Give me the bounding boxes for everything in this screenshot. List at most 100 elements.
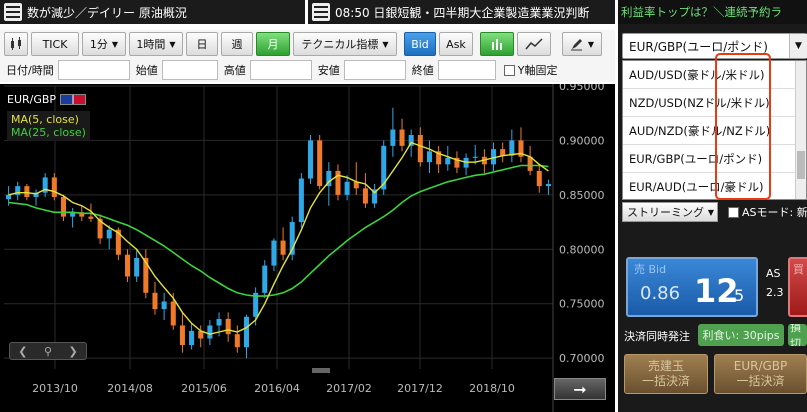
candle-body (262, 265, 268, 293)
news-ticker-1[interactable]: 数が減少／デイリー 原油概況 (0, 0, 305, 24)
bid-label: 売 Bid (634, 263, 667, 276)
candle-body (207, 325, 213, 339)
candle-body (417, 134, 423, 163)
pair-select-value: EUR/GBP(ユーロ/ポンド) (629, 39, 768, 54)
ma5-line (8, 141, 549, 335)
day-label: 日 (196, 38, 208, 51)
as-mode-toggle[interactable]: ASモード: 新 (728, 204, 807, 220)
candle-body (280, 240, 286, 255)
close-label: 終値 (411, 64, 434, 77)
sell-bid-button[interactable]: 売 Bid 0.86 12 5 (626, 257, 758, 317)
stop-loss-label: 損切 (790, 324, 801, 346)
candlestick-chart[interactable]: 0.95000 0.90000 0.85000 0.80000 0.75000 0.700… (0, 84, 615, 412)
candle-body (234, 334, 240, 348)
candle-icon[interactable] (4, 32, 28, 56)
low-label: 安値 (317, 64, 340, 77)
draw-tool-icon[interactable]: ▼ (562, 32, 602, 56)
chevron-down-icon: ▼ (707, 207, 714, 217)
take-profit-button[interactable]: 利食い: 30pips (698, 324, 784, 346)
chevron-down-icon: ▼ (587, 39, 595, 49)
chart-pair-text: EUR/GBP (7, 93, 57, 106)
scrollbar-thumb[interactable] (797, 151, 805, 179)
technical-indicator-select[interactable]: テクニカル指標 ▼ (293, 32, 397, 56)
x-tick-label: 2014/08 (107, 382, 153, 395)
news-ticker-3[interactable]: 利益率トップは？＼連続予約ラ (618, 0, 807, 24)
month-button[interactable]: 月 (256, 32, 290, 56)
candle-body (317, 140, 323, 187)
candle-body (536, 170, 542, 187)
interval-minute-label: 1分 (89, 38, 108, 51)
pair-settle-sub: 一括決済 (736, 374, 785, 388)
y-tick-label: 0.90000 (559, 134, 605, 147)
week-button[interactable]: 週 (221, 32, 253, 56)
candle-body (500, 149, 506, 156)
jump-latest-arrow-icon[interactable]: ➞ (554, 378, 606, 400)
x-tick-label: 2017/12 (397, 382, 443, 395)
candle-body (243, 316, 249, 348)
high-field[interactable] (249, 60, 312, 80)
x-tick-label: 2015/06 (181, 382, 227, 395)
highlight-annotation (715, 53, 771, 200)
x-tick-label: 2018/10 (469, 382, 515, 395)
chevron-down-icon: ▼ (111, 39, 119, 49)
ma25-line (8, 164, 549, 297)
technical-label: テクニカル指標 (301, 38, 379, 51)
chart-scroll-thumb (312, 368, 330, 373)
bulk-settle-sub: 一括決済 (641, 374, 690, 388)
as-mode-checkbox[interactable] (728, 206, 739, 218)
candle-body (509, 140, 515, 156)
interval-minute-select[interactable]: 1分 ▼ (82, 32, 126, 56)
candle-body (335, 170, 341, 195)
candle-body (125, 254, 131, 277)
datetime-field[interactable] (57, 60, 130, 80)
candle-body (134, 257, 140, 277)
tick-button[interactable]: TICK (31, 32, 79, 56)
low-field[interactable] (343, 60, 406, 80)
chevron-down-icon: ▼ (169, 39, 176, 49)
open-field[interactable] (161, 60, 218, 80)
price-chart[interactable]: 0.95000 0.90000 0.85000 0.80000 0.75000 0.700… (0, 84, 615, 412)
chevron-down-icon[interactable]: ▼ (789, 34, 807, 58)
interval-hour-select[interactable]: 1時間 ▼ (129, 32, 183, 56)
close-field[interactable] (437, 60, 496, 80)
news-ticker-1-text: 数が減少／デイリー 原油概況 (27, 5, 187, 20)
order-panel: EUR/GBP(ユーロ/ポンド) ▼ AUD/USD(豪ドル/米ドル) NZD/… (618, 24, 807, 412)
candle-body (344, 181, 350, 195)
pair-list-scrollbar[interactable] (795, 61, 806, 199)
ask-button[interactable]: Ask (439, 32, 473, 56)
candle-body (390, 129, 396, 146)
line-chart-icon[interactable] (517, 32, 551, 56)
buy-ask-button[interactable]: 買 (788, 257, 807, 317)
menu-icon[interactable] (4, 3, 22, 21)
stop-loss-button[interactable]: 損切 (788, 324, 807, 346)
y-tick-label: 0.75000 (559, 298, 605, 311)
bar-chart-icon[interactable] (480, 32, 514, 56)
datetime-label: 日付/時間 (6, 64, 54, 77)
y-axis-fixed-label: Y軸固定 (517, 64, 558, 77)
candle-body (399, 129, 405, 146)
zoom-controls[interactable]: ❮ ⚲ ❯ (9, 342, 87, 360)
menu-icon[interactable] (312, 3, 330, 21)
bid-button[interactable]: Bid (404, 32, 436, 56)
bid-price-big: 12 (694, 272, 739, 310)
magnifier-icon[interactable]: ⚲ (44, 345, 52, 358)
week-label: 週 (231, 38, 243, 51)
candle-body (189, 330, 195, 346)
scroll-right-icon[interactable]: ❯ (69, 345, 78, 358)
news-ticker-2[interactable]: 08:50 日銀短観・四半期大企業製造業業況判断 (308, 0, 615, 24)
eu-uk-flag-icon (60, 94, 87, 105)
candle-body (472, 156, 478, 158)
bid-price-prefix: 0.86 (640, 283, 681, 304)
candle-body (271, 240, 277, 266)
bulk-settle-sell-button[interactable]: 売建玉 一括決済 (624, 354, 708, 394)
pair-bulk-settle-button[interactable]: EUR/GBP 一括決済 (714, 354, 807, 394)
ohlc-field-row: 日付/時間 始値 高値 安値 終値 Y軸固定 (0, 58, 615, 82)
x-tick-label: 2016/04 (254, 382, 300, 395)
day-button[interactable]: 日 (186, 32, 218, 56)
candle-body (88, 216, 94, 219)
x-tick-label: 2013/10 (32, 382, 78, 395)
y-tick-label: 0.85000 (559, 189, 605, 202)
scroll-left-icon[interactable]: ❮ (18, 345, 27, 358)
streaming-select[interactable]: ストリーミング ▼ (622, 202, 718, 222)
y-axis-fixed-checkbox[interactable] (503, 64, 515, 76)
